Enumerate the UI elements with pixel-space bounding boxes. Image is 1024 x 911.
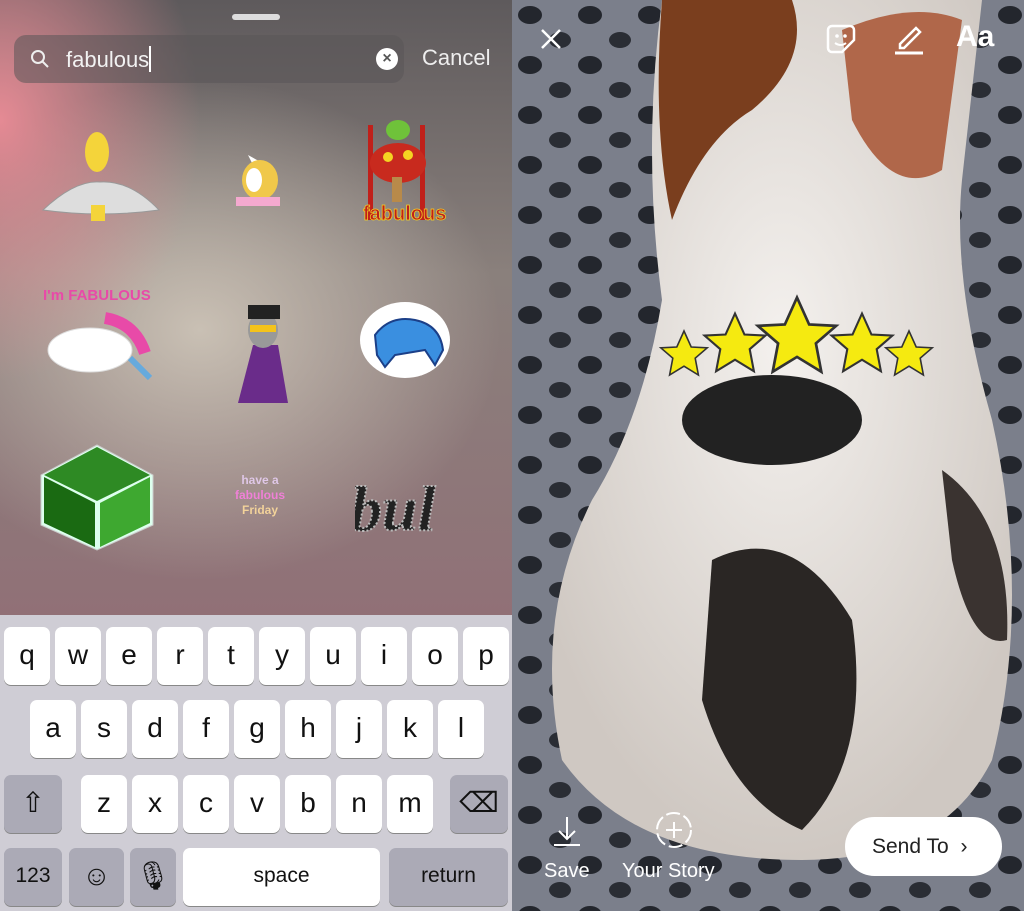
fabulous-friday-sticker[interactable]: have a fabulous Friday — [220, 465, 300, 525]
key-a[interactable]: a — [30, 700, 76, 758]
svg-text:fabulous: fabulous — [363, 203, 446, 225]
key-d[interactable]: d — [132, 700, 178, 758]
key-n[interactable]: n — [336, 775, 382, 833]
fabulous-friday-text: have a fabulous Friday — [231, 473, 289, 518]
key-k[interactable]: k — [387, 700, 433, 758]
key-p[interactable]: p — [463, 627, 509, 685]
key-y[interactable]: y — [259, 627, 305, 685]
cancel-button[interactable]: Cancel — [422, 45, 490, 71]
key-t[interactable]: t — [208, 627, 254, 685]
send-to-button[interactable]: Send To › — [845, 817, 1002, 876]
unicorn-banner-sticker[interactable] — [193, 110, 323, 240]
shift-key[interactable]: ⇧ — [4, 775, 62, 833]
svg-text:I'm FABULOUS: I'm FABULOUS — [43, 287, 151, 304]
search-input[interactable]: fabulous — [66, 46, 152, 73]
key-q[interactable]: q — [4, 627, 50, 685]
chevron-right-icon: › — [960, 835, 968, 858]
key-o[interactable]: o — [412, 627, 458, 685]
numbers-key[interactable]: 123 — [4, 848, 62, 906]
key-c[interactable]: c — [183, 775, 229, 833]
key-j[interactable]: j — [336, 700, 382, 758]
homer-sticker[interactable] — [35, 110, 165, 240]
return-key[interactable]: return — [389, 848, 508, 906]
key-w[interactable]: w — [55, 627, 101, 685]
frog-mushroom-sticker[interactable]: fabulous — [355, 105, 480, 235]
story-editor: Aa Save Your Story — [512, 0, 1024, 911]
keyboard: q w e r t y u i o p a s d f g h j k l z x c v b n m ⇧ ⌫ 123 ☺ 🎙 space re… — [0, 615, 512, 911]
add-story-icon[interactable] — [654, 810, 694, 850]
key-b[interactable]: b — [285, 775, 331, 833]
backspace-icon: ⌫ — [459, 787, 499, 818]
key-r[interactable]: r — [157, 627, 203, 685]
key-x[interactable]: x — [132, 775, 178, 833]
shift-icon: ⇧ — [21, 787, 45, 818]
search-bar[interactable]: fabulous × — [14, 35, 404, 83]
key-g[interactable]: g — [234, 700, 280, 758]
save-button[interactable]: Save — [544, 860, 590, 883]
im-fabulous-unicorn-sticker[interactable]: I'm FABULOUS — [35, 268, 160, 398]
key-u[interactable]: u — [310, 627, 356, 685]
your-story-button[interactable]: Your Story — [622, 860, 715, 883]
photo-cube-sticker[interactable] — [35, 430, 160, 560]
close-icon[interactable] — [540, 28, 562, 50]
space-key[interactable]: space — [183, 848, 380, 906]
clear-icon[interactable]: × — [376, 48, 398, 70]
svg-text:bul: bul — [355, 473, 436, 544]
cat-photo — [512, 0, 1024, 911]
draw-pen-icon[interactable] — [892, 22, 926, 56]
microphone-icon: 🎙 — [135, 860, 171, 891]
key-h[interactable]: h — [285, 700, 331, 758]
troll-character-sticker[interactable] — [193, 285, 323, 415]
search-icon — [31, 50, 49, 68]
key-f[interactable]: f — [183, 700, 229, 758]
key-s[interactable]: s — [81, 700, 127, 758]
text-tool-button[interactable]: Aa — [956, 20, 994, 54]
key-i[interactable]: i — [361, 627, 407, 685]
send-to-label: Send To — [872, 835, 949, 858]
key-z[interactable]: z — [81, 775, 127, 833]
key-l[interactable]: l — [438, 700, 484, 758]
dictation-key[interactable]: 🎙 — [130, 848, 176, 906]
blue-horse-sticker[interactable] — [355, 275, 455, 405]
key-m[interactable]: m — [387, 775, 433, 833]
sticker-search-panel: fabulous × Cancel fabulous I'm FABULOUS … — [0, 0, 512, 911]
emoji-key[interactable]: ☺ — [69, 848, 124, 906]
glitter-fabulous-sticker[interactable]: bul — [355, 440, 475, 560]
backspace-key[interactable]: ⌫ — [450, 775, 508, 833]
emoji-icon: ☺ — [82, 860, 111, 891]
key-e[interactable]: e — [106, 627, 152, 685]
key-v[interactable]: v — [234, 775, 280, 833]
five-stars-sticker[interactable] — [657, 290, 947, 390]
sticker-icon[interactable] — [824, 22, 858, 56]
drag-handle[interactable] — [232, 14, 280, 20]
download-icon[interactable] — [552, 815, 582, 847]
